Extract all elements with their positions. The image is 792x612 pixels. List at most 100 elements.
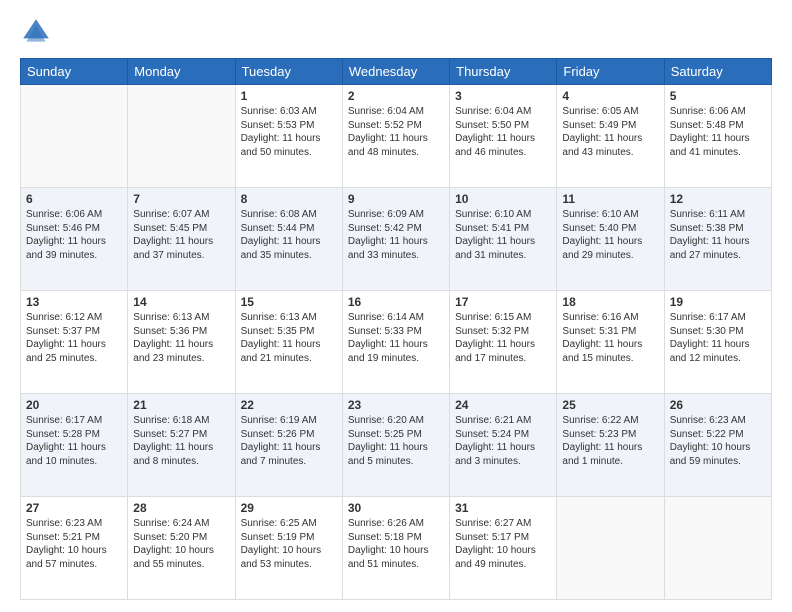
cell-info: Sunrise: 6:19 AMSunset: 5:26 PMDaylight:… <box>241 414 337 468</box>
calendar-week-2: 6 Sunrise: 6:06 AMSunset: 5:46 PMDaylight… <box>21 188 772 291</box>
day-number: 24 <box>455 398 551 412</box>
day-number: 17 <box>455 295 551 309</box>
day-number: 31 <box>455 501 551 515</box>
day-number: 19 <box>670 295 766 309</box>
cell-info: Sunrise: 6:05 AMSunset: 5:49 PMDaylight:… <box>562 105 658 159</box>
cell-info: Sunrise: 6:27 AMSunset: 5:17 PMDaylight:… <box>455 517 551 571</box>
weekday-header-row: SundayMondayTuesdayWednesdayThursdayFrid… <box>21 59 772 85</box>
calendar-cell: 16Sunrise: 6:14 AMSunset: 5:33 PMDayligh… <box>342 291 449 394</box>
calendar-cell <box>21 85 128 188</box>
cell-info: Sunrise: 6:11 AMSunset: 5:38 PMDaylight:… <box>670 208 766 262</box>
calendar-cell: 12Sunrise: 6:11 AMSunset: 5:38 PMDayligh… <box>664 188 771 291</box>
cell-info: Sunrise: 6:24 AMSunset: 5:20 PMDaylight:… <box>133 517 229 571</box>
day-number: 26 <box>670 398 766 412</box>
calendar-cell: 6 Sunrise: 6:06 AMSunset: 5:46 PMDaylight… <box>21 188 128 291</box>
cell-info: Sunrise: 6:22 AMSunset: 5:23 PMDaylight:… <box>562 414 658 468</box>
day-number: 27 <box>26 501 122 515</box>
day-number: 8 <box>241 192 337 206</box>
cell-info: Sunrise: 6:26 AMSunset: 5:18 PMDaylight:… <box>348 517 444 571</box>
calendar-cell <box>664 497 771 600</box>
day-number: 1 <box>241 89 337 103</box>
cell-info: Sunrise: 6:12 AMSunset: 5:37 PMDaylight:… <box>26 311 122 365</box>
calendar-cell: 19 Sunrise: 6:17 AMSunset: 5:30 PMDayligh… <box>664 291 771 394</box>
cell-info: Sunrise: 6:23 AMSunset: 5:22 PMDaylight:… <box>670 414 766 468</box>
day-number: 18 <box>562 295 658 309</box>
day-number: 5 <box>670 89 766 103</box>
calendar-cell: 14 Sunrise: 6:13 AMSunset: 5:36 PMDayligh… <box>128 291 235 394</box>
calendar-cell: 2 Sunrise: 6:04 AMSunset: 5:52 PMDaylight… <box>342 85 449 188</box>
day-number: 21 <box>133 398 229 412</box>
calendar-cell: 15 Sunrise: 6:13 AMSunset: 5:35 PMDayligh… <box>235 291 342 394</box>
calendar-table: SundayMondayTuesdayWednesdayThursdayFrid… <box>20 58 772 600</box>
cell-info: Sunrise: 6:21 AMSunset: 5:24 PMDaylight:… <box>455 414 551 468</box>
calendar-cell: 29Sunrise: 6:25 AMSunset: 5:19 PMDayligh… <box>235 497 342 600</box>
calendar-cell: 8 Sunrise: 6:08 AMSunset: 5:44 PMDaylight… <box>235 188 342 291</box>
calendar-cell: 23Sunrise: 6:20 AMSunset: 5:25 PMDayligh… <box>342 394 449 497</box>
calendar-cell: 27 Sunrise: 6:23 AMSunset: 5:21 PMDayligh… <box>21 497 128 600</box>
weekday-header-tuesday: Tuesday <box>235 59 342 85</box>
cell-info: Sunrise: 6:07 AMSunset: 5:45 PMDaylight:… <box>133 208 229 262</box>
cell-info: Sunrise: 6:13 AMSunset: 5:36 PMDaylight:… <box>133 311 229 365</box>
cell-info: Sunrise: 6:17 AMSunset: 5:30 PMDaylight:… <box>670 311 766 365</box>
day-number: 3 <box>455 89 551 103</box>
calendar-cell: 18 Sunrise: 6:16 AMSunset: 5:31 PMDayligh… <box>557 291 664 394</box>
weekday-header-saturday: Saturday <box>664 59 771 85</box>
cell-info: Sunrise: 6:15 AMSunset: 5:32 PMDaylight:… <box>455 311 551 365</box>
cell-info: Sunrise: 6:14 AMSunset: 5:33 PMDaylight:… <box>348 311 444 365</box>
weekday-header-friday: Friday <box>557 59 664 85</box>
calendar-cell: 30Sunrise: 6:26 AMSunset: 5:18 PMDayligh… <box>342 497 449 600</box>
calendar-cell: 11Sunrise: 6:10 AMSunset: 5:40 PMDayligh… <box>557 188 664 291</box>
cell-info: Sunrise: 6:23 AMSunset: 5:21 PMDaylight:… <box>26 517 122 571</box>
cell-info: Sunrise: 6:04 AMSunset: 5:50 PMDaylight:… <box>455 105 551 159</box>
day-number: 13 <box>26 295 122 309</box>
day-number: 20 <box>26 398 122 412</box>
weekday-header-thursday: Thursday <box>450 59 557 85</box>
cell-info: Sunrise: 6:25 AMSunset: 5:19 PMDaylight:… <box>241 517 337 571</box>
cell-info: Sunrise: 6:03 AMSunset: 5:53 PMDaylight:… <box>241 105 337 159</box>
calendar-cell: 26 Sunrise: 6:23 AMSunset: 5:22 PMDayligh… <box>664 394 771 497</box>
day-number: 22 <box>241 398 337 412</box>
cell-info: Sunrise: 6:04 AMSunset: 5:52 PMDaylight:… <box>348 105 444 159</box>
weekday-header-sunday: Sunday <box>21 59 128 85</box>
calendar-cell <box>128 85 235 188</box>
calendar-cell: 5 Sunrise: 6:06 AMSunset: 5:48 PMDaylight… <box>664 85 771 188</box>
weekday-header-monday: Monday <box>128 59 235 85</box>
calendar-cell: 10Sunrise: 6:10 AMSunset: 5:41 PMDayligh… <box>450 188 557 291</box>
day-number: 2 <box>348 89 444 103</box>
calendar-week-5: 27 Sunrise: 6:23 AMSunset: 5:21 PMDayligh… <box>21 497 772 600</box>
calendar-cell: 9 Sunrise: 6:09 AMSunset: 5:42 PMDaylight… <box>342 188 449 291</box>
cell-info: Sunrise: 6:18 AMSunset: 5:27 PMDaylight:… <box>133 414 229 468</box>
day-number: 9 <box>348 192 444 206</box>
cell-info: Sunrise: 6:20 AMSunset: 5:25 PMDaylight:… <box>348 414 444 468</box>
day-number: 15 <box>241 295 337 309</box>
calendar-cell: 31 Sunrise: 6:27 AMSunset: 5:17 PMDayligh… <box>450 497 557 600</box>
calendar-cell: 7Sunrise: 6:07 AMSunset: 5:45 PMDaylight… <box>128 188 235 291</box>
day-number: 28 <box>133 501 229 515</box>
calendar-cell: 13 Sunrise: 6:12 AMSunset: 5:37 PMDayligh… <box>21 291 128 394</box>
cell-info: Sunrise: 6:08 AMSunset: 5:44 PMDaylight:… <box>241 208 337 262</box>
cell-info: Sunrise: 6:13 AMSunset: 5:35 PMDaylight:… <box>241 311 337 365</box>
cell-info: Sunrise: 6:09 AMSunset: 5:42 PMDaylight:… <box>348 208 444 262</box>
cell-info: Sunrise: 6:16 AMSunset: 5:31 PMDaylight:… <box>562 311 658 365</box>
calendar-cell: 20 Sunrise: 6:17 AMSunset: 5:28 PMDayligh… <box>21 394 128 497</box>
calendar-cell: 17 Sunrise: 6:15 AMSunset: 5:32 PMDayligh… <box>450 291 557 394</box>
header <box>20 16 772 48</box>
calendar-cell: 3 Sunrise: 6:04 AMSunset: 5:50 PMDaylight… <box>450 85 557 188</box>
calendar-cell: 25 Sunrise: 6:22 AMSunset: 5:23 PMDayligh… <box>557 394 664 497</box>
calendar-week-3: 13 Sunrise: 6:12 AMSunset: 5:37 PMDayligh… <box>21 291 772 394</box>
calendar-cell: 28 Sunrise: 6:24 AMSunset: 5:20 PMDayligh… <box>128 497 235 600</box>
calendar-cell <box>557 497 664 600</box>
logo-icon <box>20 16 52 48</box>
day-number: 25 <box>562 398 658 412</box>
page: SundayMondayTuesdayWednesdayThursdayFrid… <box>0 0 792 612</box>
cell-info: Sunrise: 6:06 AMSunset: 5:48 PMDaylight:… <box>670 105 766 159</box>
weekday-header-wednesday: Wednesday <box>342 59 449 85</box>
calendar-cell: 22 Sunrise: 6:19 AMSunset: 5:26 PMDayligh… <box>235 394 342 497</box>
cell-info: Sunrise: 6:10 AMSunset: 5:41 PMDaylight:… <box>455 208 551 262</box>
day-number: 14 <box>133 295 229 309</box>
calendar-cell: 4Sunrise: 6:05 AMSunset: 5:49 PMDaylight… <box>557 85 664 188</box>
cell-info: Sunrise: 6:06 AMSunset: 5:46 PMDaylight:… <box>26 208 122 262</box>
calendar-cell: 24 Sunrise: 6:21 AMSunset: 5:24 PMDayligh… <box>450 394 557 497</box>
day-number: 6 <box>26 192 122 206</box>
cell-info: Sunrise: 6:17 AMSunset: 5:28 PMDaylight:… <box>26 414 122 468</box>
